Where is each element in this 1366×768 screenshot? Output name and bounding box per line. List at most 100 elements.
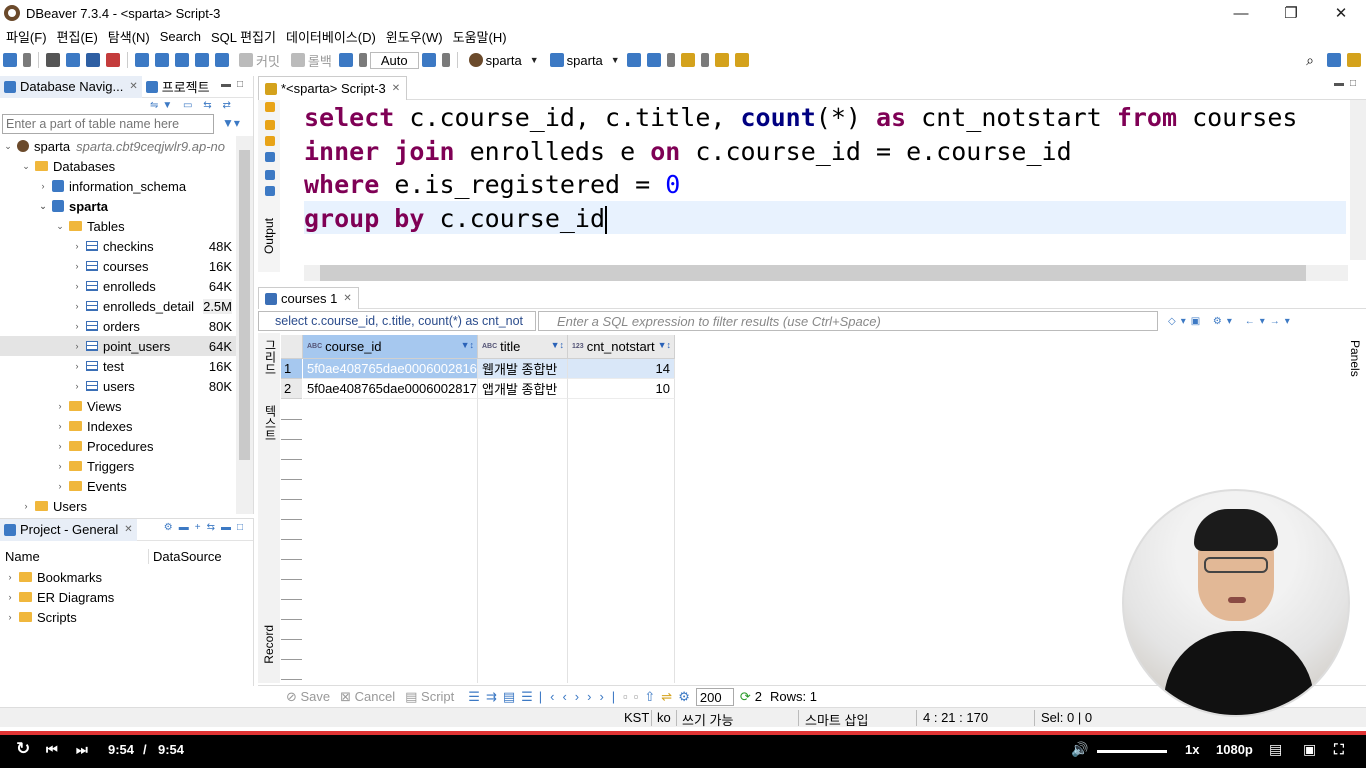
explain-plan-icon[interactable] [265, 152, 275, 162]
navigator-toolbar[interactable]: ⇋▼ ▭ ⇆ ⇄ [150, 100, 235, 111]
chevron-right-icon[interactable]: › [71, 281, 83, 291]
new-script-icon[interactable] [646, 53, 661, 67]
query-text-combo[interactable]: select c.course_id, c.title, count(*) as… [258, 311, 536, 331]
scrollbar-thumb[interactable] [320, 265, 1306, 281]
tree-item-users[interactable]: › Users [0, 496, 236, 516]
filter-sort-icon[interactable]: ▼↕ [461, 340, 474, 350]
cell-course-id[interactable]: 5f0ae408765dae0006002816 [303, 359, 478, 379]
grid-corner[interactable] [281, 335, 303, 359]
dropdown-icon[interactable] [441, 53, 450, 67]
tree-item-procedures[interactable]: › Procedures [0, 436, 236, 456]
fetch-size-input[interactable]: 200 [695, 687, 734, 706]
dropdown-icon[interactable] [23, 53, 31, 67]
tools-icon[interactable] [680, 53, 695, 67]
chevron-right-icon[interactable]: › [71, 361, 83, 371]
navigation-icons[interactable]: |‹‹›››| [539, 689, 623, 704]
chevron-down-icon[interactable]: ⌄ [2, 141, 14, 152]
settings-icon[interactable] [265, 186, 275, 196]
picture-in-picture-icon[interactable]: ▣ [1303, 741, 1316, 758]
menu-help[interactable]: 도움말(H) [453, 27, 507, 46]
perspective-icon[interactable] [1327, 53, 1341, 67]
fullscreen-icon[interactable]: ⛶ [1334, 741, 1344, 758]
tab-projects[interactable]: 프로젝트 [142, 76, 214, 98]
volume-slider[interactable] [1097, 750, 1167, 753]
row-number[interactable]: 1 [281, 359, 302, 379]
chevron-down-icon[interactable]: ⌄ [54, 221, 66, 232]
script-button[interactable]: ▤ Script [405, 689, 454, 705]
chevron-right-icon[interactable]: › [54, 441, 66, 451]
dropdown-icon[interactable] [358, 53, 367, 67]
menu-file[interactable]: 파일(F) [6, 27, 47, 46]
tree-item-sparta[interactable]: ⌄ sparta [0, 196, 236, 216]
menu-window[interactable]: 윈도우(W) [386, 27, 443, 46]
back-icon[interactable] [714, 53, 729, 67]
pending-icon[interactable] [175, 53, 189, 67]
close-window-button[interactable]: ✕ [1316, 0, 1366, 26]
tree-item-table[interactable]: › enrolleds 64K [0, 276, 236, 296]
chevron-down-icon[interactable]: ⌄ [37, 201, 49, 212]
filter-sort-icon[interactable]: ▼↕ [551, 340, 564, 350]
transaction-icon[interactable] [135, 53, 149, 67]
tab-script-3[interactable]: *<sparta> Script-3 ✕ [258, 76, 408, 100]
menu-sql-editor[interactable]: SQL 편집기 [211, 27, 276, 46]
dropdown-icon[interactable] [700, 53, 709, 67]
tree-item-table[interactable]: › users 80K [0, 376, 236, 396]
menu-navigate[interactable]: 탐색(N) [108, 27, 150, 46]
editor-vertical-scrollbar[interactable] [1350, 100, 1366, 260]
close-icon[interactable]: ✕ [343, 293, 351, 304]
chevron-right-icon[interactable]: › [54, 401, 66, 411]
commit-button[interactable]: 커밋 [232, 51, 284, 69]
close-icon[interactable]: ✕ [129, 81, 137, 92]
project-toolbar[interactable]: ⚙▬+⇆▬□ [164, 522, 249, 533]
cell-course-id[interactable]: 5f0ae408765dae0006002817 [303, 379, 478, 399]
column-header-course-id[interactable]: ABC course_id ▼↕ [303, 335, 478, 359]
panel-min-max-icons[interactable]: ▬□ [1334, 78, 1362, 89]
layout-icons[interactable]: ▫▫ [623, 689, 644, 704]
panel-min-max-icons[interactable]: ▬□ [221, 79, 249, 90]
chevron-right-icon[interactable]: › [71, 341, 83, 351]
load-plan-icon[interactable] [265, 170, 275, 180]
cell-title[interactable]: 웹개발 종합반 [478, 359, 568, 379]
code-line-3[interactable]: where e.is_registered = 0 [304, 167, 1346, 201]
code-line-2[interactable]: inner join enrolleds e on c.course_id = … [304, 134, 1346, 168]
project-item-bookmarks[interactable]: › Bookmarks [0, 567, 253, 587]
forward-icon[interactable] [734, 53, 749, 67]
chevron-right-icon[interactable]: › [71, 241, 83, 251]
tree-item-table[interactable]: › test 16K [0, 356, 236, 376]
chevron-right-icon[interactable]: › [54, 481, 66, 491]
column-header-datasource[interactable]: DataSource [148, 548, 222, 564]
isolation-icon[interactable] [421, 53, 436, 67]
search-icon[interactable]: ⌕ [1306, 52, 1314, 69]
tree-item-events[interactable]: › Events [0, 476, 236, 496]
tab-database-navigator[interactable]: Database Navig... ✕ [0, 75, 142, 98]
column-header-cnt-notstart[interactable]: 123 cnt_notstart ▼↕ [568, 335, 675, 359]
tab-results-courses-1[interactable]: courses 1 ✕ [258, 287, 359, 309]
next-icon[interactable]: ⏭ [76, 742, 88, 758]
tree-item-views[interactable]: › Views [0, 396, 236, 416]
close-icon[interactable]: ✕ [392, 83, 400, 94]
fetch-all-icon[interactable]: ⟳ [740, 689, 751, 705]
tree-item-connection[interactable]: ⌄ sparta sparta.cbt9ceqjwlr9.ap-no [0, 136, 236, 156]
quality-button[interactable]: 1080p [1216, 742, 1253, 757]
execute-icon[interactable] [265, 102, 275, 112]
maximize-button[interactable]: ❐ [1266, 0, 1316, 26]
tree-item-databases[interactable]: ⌄ Databases [0, 156, 236, 176]
table-filter-input[interactable] [2, 114, 214, 134]
editor-horizontal-scrollbar[interactable] [304, 265, 1348, 281]
perspective-dbeaver-icon[interactable] [1347, 53, 1361, 67]
text-view-toggle[interactable]: 텍스트 [262, 405, 279, 441]
tree-item-table[interactable]: › point_users 64K [0, 336, 236, 356]
replay-icon[interactable]: ↻ [16, 739, 30, 759]
chevron-right-icon[interactable]: › [4, 612, 16, 622]
tree-item-information-schema[interactable]: › information_schema [0, 176, 236, 196]
tree-item-triggers[interactable]: › Triggers [0, 456, 236, 476]
previous-icon[interactable]: ⏮ [46, 742, 58, 758]
cell-cnt-notstart[interactable]: 14 [568, 359, 675, 379]
chevron-right-icon[interactable]: › [71, 381, 83, 391]
cancel-icon[interactable] [106, 53, 120, 67]
schema-combo[interactable]: sparta ▼ [543, 51, 624, 69]
minimize-button[interactable]: — [1216, 0, 1266, 26]
menu-search[interactable]: Search [160, 29, 201, 44]
tree-item-table[interactable]: › courses 16K [0, 256, 236, 276]
connect-icon[interactable] [46, 53, 60, 67]
